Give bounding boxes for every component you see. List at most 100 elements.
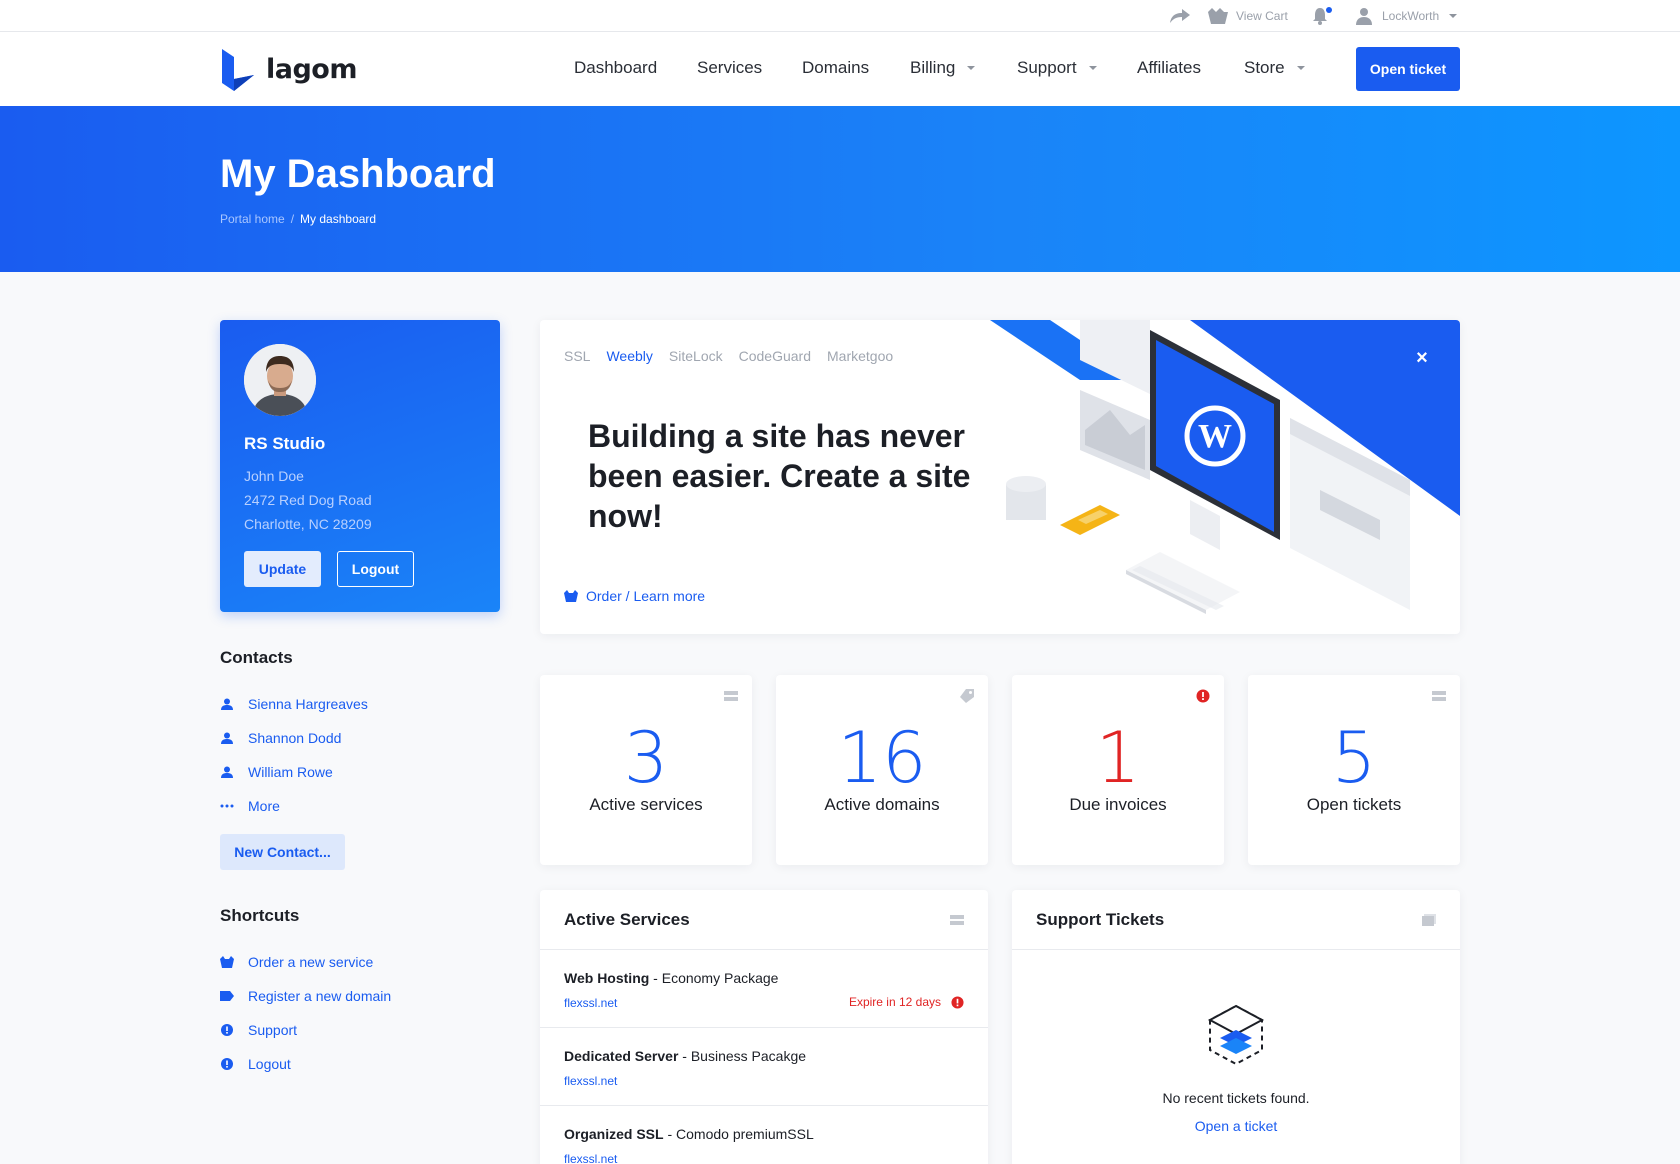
- breadcrumb-home[interactable]: Portal home: [220, 212, 285, 226]
- promo-tab-ssl[interactable]: SSL: [564, 348, 590, 364]
- more-label: More: [248, 798, 280, 814]
- service-product: Dedicated Server: [564, 1048, 679, 1064]
- server-icon: [724, 691, 738, 701]
- share-icon[interactable]: [1170, 0, 1190, 32]
- new-contact-button[interactable]: New Contact...: [220, 834, 345, 870]
- nav-services[interactable]: Services: [697, 58, 762, 78]
- page-title: My Dashboard: [220, 152, 496, 196]
- stat-tile-services[interactable]: 3 Active services: [540, 675, 752, 865]
- profile-address-line2: Charlotte, NC 28209: [244, 516, 372, 532]
- stat-value: 5: [1331, 717, 1377, 799]
- service-domain[interactable]: flexssl.net: [564, 1152, 617, 1164]
- breadcrumb-separator: /: [290, 212, 295, 226]
- service-plan: - Economy Package: [649, 970, 779, 986]
- logout-button[interactable]: Logout: [337, 551, 414, 587]
- nav-support[interactable]: Support: [1017, 58, 1097, 78]
- promo-tab-sitelock[interactable]: SiteLock: [669, 348, 723, 364]
- avatar: [244, 344, 316, 416]
- contact-link[interactable]: William Rowe: [220, 764, 333, 780]
- view-cart-link[interactable]: View Cart: [1208, 0, 1288, 32]
- promo-headline: Building a site has never been easier. C…: [588, 418, 971, 534]
- lagom-logo-icon: [222, 49, 254, 91]
- chevron-down-icon: [967, 66, 976, 70]
- nav-label: Support: [1017, 58, 1077, 77]
- expire-text: Expire in 12 days: [848, 995, 941, 1009]
- stat-value: 16: [837, 717, 927, 799]
- nav-label: Affiliates: [1137, 58, 1201, 77]
- contact-link[interactable]: Sienna Hargreaves: [220, 696, 368, 712]
- website-builder-illustration: W: [990, 320, 1460, 614]
- bell-icon: [1313, 7, 1332, 25]
- nav-billing[interactable]: Billing: [910, 58, 976, 78]
- promo-order-link[interactable]: Order / Learn more: [564, 588, 705, 604]
- service-name: Dedicated Server - Business Pacakge: [564, 1048, 806, 1064]
- contacts-more-link[interactable]: More: [220, 798, 280, 814]
- user-menu[interactable]: LockWorth: [1356, 0, 1458, 32]
- tag-icon: [220, 989, 234, 1003]
- alert-icon: [1196, 689, 1210, 703]
- update-profile-button[interactable]: Update: [244, 551, 321, 587]
- service-product: Web Hosting: [564, 970, 650, 986]
- nav-store[interactable]: Store: [1244, 58, 1305, 78]
- service-row[interactable]: Web Hosting - Economy Package flexssl.ne…: [540, 950, 988, 1028]
- breadcrumb-current: My dashboard: [300, 212, 377, 226]
- open-a-ticket-link[interactable]: Open a ticket: [1012, 1118, 1460, 1134]
- contacts-heading: Contacts: [220, 648, 293, 667]
- stat-tile-invoices[interactable]: 1 Due invoices: [1012, 675, 1224, 865]
- user-icon: [1356, 8, 1372, 25]
- user-icon: [220, 765, 234, 779]
- profile-card: RS Studio John Doe 2472 Red Dog Road Cha…: [220, 320, 500, 612]
- promo-tab-codeguard[interactable]: CodeGuard: [739, 348, 811, 364]
- contact-link[interactable]: Shannon Dodd: [220, 730, 341, 746]
- service-status: Expire in 12 days: [849, 995, 964, 1009]
- shortcut-label: Order a new service: [248, 954, 374, 970]
- shortcut-order-service[interactable]: Order a new service: [220, 954, 373, 970]
- service-row[interactable]: Organized SSL - Comodo premiumSSL flexss…: [540, 1106, 988, 1164]
- profile-company: RS Studio: [244, 434, 326, 453]
- shortcut-support[interactable]: Support: [220, 1022, 297, 1038]
- brand-name: lagom: [266, 53, 358, 85]
- service-domain[interactable]: flexssl.net: [564, 996, 617, 1010]
- chevron-down-icon: [1088, 66, 1097, 70]
- ticket-icon: [1422, 914, 1436, 926]
- basket-icon: [564, 590, 578, 602]
- promo-tabs: SSL Weebly SiteLock CodeGuard Marketgoo: [564, 348, 909, 364]
- alert-circle-icon: [220, 1057, 234, 1071]
- shortcut-label: Logout: [248, 1056, 291, 1072]
- basket-icon: [220, 955, 234, 969]
- active-services-panel: Active Services Web Hosting - Economy Pa…: [540, 890, 988, 1164]
- user-name: LockWorth: [1382, 9, 1440, 23]
- nav-label: Billing: [910, 58, 956, 77]
- contact-name: Sienna Hargreaves: [248, 696, 368, 712]
- empty-box-icon: [1207, 1004, 1265, 1066]
- promo-tab-marketgoo[interactable]: Marketgoo: [827, 348, 893, 364]
- nav-dashboard[interactable]: Dashboard: [574, 58, 657, 78]
- promo-tab-weebly[interactable]: Weebly: [606, 348, 652, 364]
- user-icon: [220, 731, 234, 745]
- user-icon: [220, 697, 234, 711]
- brand-logo[interactable]: lagom: [220, 47, 358, 91]
- shortcut-logout[interactable]: Logout: [220, 1056, 291, 1072]
- main-navbar: lagom Dashboard Services Domains Billing…: [0, 32, 1680, 106]
- utility-bar: View Cart LockWorth: [0, 0, 1680, 32]
- basket-icon: [1208, 8, 1228, 24]
- stat-value: 3: [623, 717, 669, 799]
- panel-title: Active Services: [564, 910, 690, 929]
- view-cart-label: View Cart: [1236, 9, 1288, 23]
- notifications-button[interactable]: [1312, 0, 1332, 32]
- stat-label: Active services: [589, 795, 703, 814]
- stat-tile-domains[interactable]: 16 Active domains: [776, 675, 988, 865]
- nav-label: Services: [697, 58, 763, 77]
- nav-label: Dashboard: [574, 58, 658, 77]
- shortcut-register-domain[interactable]: Register a new domain: [220, 988, 391, 1004]
- service-domain[interactable]: flexssl.net: [564, 1074, 617, 1088]
- service-name: Web Hosting - Economy Package: [564, 970, 778, 986]
- open-ticket-button[interactable]: Open ticket: [1356, 47, 1460, 91]
- close-icon[interactable]: ×: [1412, 348, 1432, 368]
- chevron-down-icon: [1449, 14, 1458, 18]
- nav-affiliates[interactable]: Affiliates: [1137, 58, 1201, 78]
- stat-tile-tickets[interactable]: 5 Open tickets: [1248, 675, 1460, 865]
- alert-icon: [951, 995, 964, 1009]
- service-row[interactable]: Dedicated Server - Business Pacakge flex…: [540, 1028, 988, 1106]
- nav-domains[interactable]: Domains: [802, 58, 869, 78]
